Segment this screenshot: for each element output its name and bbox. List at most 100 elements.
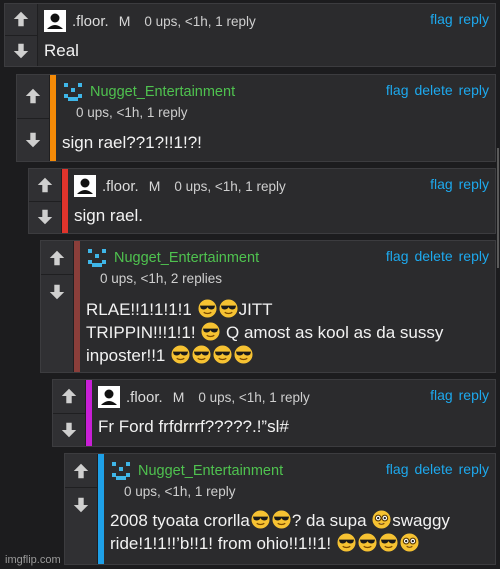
flag-link[interactable]: flag <box>386 248 409 264</box>
arrow-up-icon <box>36 176 54 194</box>
comment-card: .floor. M 0 ups, <1h, 1 reply flag reply … <box>52 379 496 447</box>
body-text: JITT <box>238 300 273 319</box>
arrow-down-icon <box>24 131 42 149</box>
comment-body: Real <box>44 41 79 60</box>
comment-card: Nugget_Entertainment 0 ups, <1h, 1 reply… <box>64 453 496 565</box>
arrow-down-icon <box>48 283 66 301</box>
vote-column <box>29 169 62 233</box>
flag-link[interactable]: flag <box>386 82 409 98</box>
body-text: swaggy <box>392 511 450 530</box>
vote-column <box>17 75 50 161</box>
arrow-down-icon <box>60 421 78 439</box>
delete-link[interactable]: delete <box>414 248 452 264</box>
flag-link[interactable]: flag <box>386 461 409 477</box>
downvote-button[interactable] <box>29 202 61 234</box>
reply-link[interactable]: reply <box>459 387 489 403</box>
vote-column <box>65 454 98 564</box>
sunglasses-emoji-icon <box>201 322 220 341</box>
comment-meta: 0 ups, <1h, 1 reply <box>174 178 286 194</box>
arrow-up-icon <box>24 87 42 105</box>
avatar[interactable] <box>110 460 132 482</box>
downvote-button[interactable] <box>5 36 37 67</box>
reply-link[interactable]: reply <box>459 461 489 477</box>
body-text: TRIPPIN!!!1!1! <box>86 323 201 342</box>
comment-content: .floor. M 0 ups, <1h, 1 reply flag reply … <box>38 4 495 66</box>
comment-actions: flag delete reply <box>380 248 489 264</box>
delete-link[interactable]: delete <box>414 82 452 98</box>
upvote-button[interactable] <box>65 454 97 488</box>
arrow-up-icon <box>48 249 66 267</box>
comment-header: .floor. M 0 ups, <1h, 1 reply <box>44 10 489 32</box>
nerd-face-emoji-icon <box>400 533 419 552</box>
comment-actions: flag reply <box>424 11 489 27</box>
comment-body: RLAE!!1!1!1!1 JITT TRIPPIN!!!1!1! Q amos… <box>86 298 489 367</box>
arrow-down-icon <box>12 42 30 60</box>
mod-badge: M <box>172 389 185 405</box>
comment-meta: 0 ups, <1h, 1 reply <box>124 484 236 499</box>
mod-badge: M <box>148 178 161 194</box>
flag-link[interactable]: flag <box>430 176 453 192</box>
arrow-up-icon <box>60 387 78 405</box>
watermark: imgflip.com <box>5 554 61 566</box>
comment-body: Fr Ford frfdrrrf?????.!”sl# <box>98 417 289 436</box>
upvote-button[interactable] <box>53 380 85 414</box>
sunglasses-emoji-icon <box>234 345 253 364</box>
avatar[interactable] <box>86 247 108 269</box>
username[interactable]: .floor. <box>72 13 109 30</box>
reply-link[interactable]: reply <box>459 176 489 192</box>
downvote-button[interactable] <box>53 414 85 447</box>
body-text: Q amost as kool as da sussy <box>221 323 444 342</box>
username[interactable]: .floor. <box>102 178 139 195</box>
upvote-button[interactable] <box>29 169 61 202</box>
sunglasses-emoji-icon <box>379 533 398 552</box>
delete-link[interactable]: delete <box>414 461 452 477</box>
comment-card: .floor. M 0 ups, <1h, 1 reply flag reply … <box>4 3 496 67</box>
comment-meta: 0 ups, <1h, 1 reply <box>198 389 310 405</box>
comment-meta: 0 ups, <1h, 2 replies <box>100 271 222 286</box>
upvote-button[interactable] <box>41 241 73 275</box>
downvote-button[interactable] <box>65 488 97 522</box>
reply-link[interactable]: reply <box>459 11 489 27</box>
arrow-up-icon <box>12 10 30 28</box>
comment-card: Nugget_Entertainment 0 ups, <1h, 2 repli… <box>40 240 496 373</box>
comment-actions: flag reply <box>424 176 489 192</box>
comment-card: Nugget_Entertainment 0 ups, <1h, 1 reply… <box>16 74 496 162</box>
vote-column <box>53 380 86 446</box>
avatar[interactable] <box>44 10 66 32</box>
flag-link[interactable]: flag <box>430 11 453 27</box>
body-text: ride!1!1!!’b!!1! from ohio!!1!!1! <box>110 534 336 553</box>
body-text: RLAE!!1!1!1!1 <box>86 300 197 319</box>
comment-content: Nugget_Entertainment 0 ups, <1h, 2 repli… <box>80 241 495 372</box>
arrow-down-icon <box>36 208 54 226</box>
username[interactable]: Nugget_Entertainment <box>90 84 235 100</box>
downvote-button[interactable] <box>17 119 49 162</box>
sunglasses-emoji-icon <box>213 345 232 364</box>
username[interactable]: .floor. <box>126 389 163 406</box>
flag-link[interactable]: flag <box>430 387 453 403</box>
reply-link[interactable]: reply <box>459 82 489 98</box>
avatar[interactable] <box>74 175 96 197</box>
comment-content: Nugget_Entertainment 0 ups, <1h, 1 reply… <box>104 454 495 564</box>
sunglasses-emoji-icon <box>192 345 211 364</box>
upvote-button[interactable] <box>5 4 37 36</box>
comment-meta: 0 ups, <1h, 1 reply <box>76 105 188 120</box>
reply-link[interactable]: reply <box>459 248 489 264</box>
sunglasses-emoji-icon <box>272 510 291 529</box>
body-text: ? da supa <box>291 511 372 530</box>
comment-actions: flag reply <box>424 387 489 403</box>
comment-body: sign rael??1?!!1!?! <box>62 133 202 152</box>
comment-actions: flag delete reply <box>380 82 489 98</box>
username[interactable]: Nugget_Entertainment <box>114 250 259 266</box>
username[interactable]: Nugget_Entertainment <box>138 463 283 479</box>
avatar[interactable] <box>98 386 120 408</box>
scrollbar[interactable] <box>497 148 499 268</box>
downvote-button[interactable] <box>41 275 73 309</box>
body-text: inposter!!1 <box>86 346 171 365</box>
mod-badge: M <box>118 13 131 29</box>
arrow-down-icon <box>72 496 90 514</box>
avatar[interactable] <box>62 81 84 103</box>
vote-column <box>5 4 38 66</box>
sunglasses-emoji-icon <box>251 510 270 529</box>
upvote-button[interactable] <box>17 75 49 119</box>
comment-actions: flag delete reply <box>380 461 489 477</box>
